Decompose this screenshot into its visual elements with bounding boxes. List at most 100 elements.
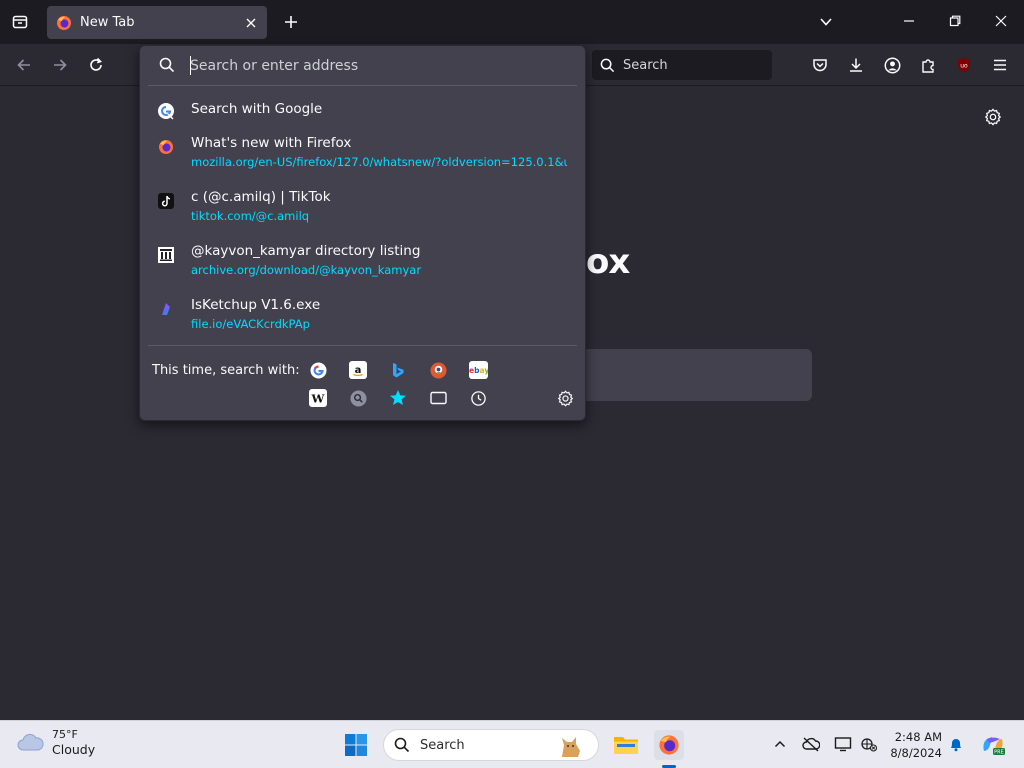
divider	[148, 85, 577, 86]
show-hidden-icons-button[interactable]	[769, 733, 791, 755]
new-tab-button[interactable]	[279, 10, 303, 34]
network-disconnected-icon	[861, 738, 878, 752]
search-icon	[159, 57, 175, 73]
firefox-view-icon	[12, 15, 28, 29]
downloads-button[interactable]	[842, 51, 870, 79]
page-search-box[interactable]	[586, 349, 812, 401]
onedrive-button[interactable]	[800, 733, 822, 755]
firefox-icon	[156, 137, 176, 157]
result-title: Search with Google	[191, 101, 323, 117]
firefox-wordmark: ox	[586, 242, 630, 282]
svg-text:W: W	[311, 392, 325, 404]
svg-text:PRE: PRE	[994, 750, 1004, 756]
tiktok-icon	[156, 191, 176, 211]
notifications-button[interactable]	[945, 733, 967, 755]
result-url: mozilla.org/en-US/firefox/127.0/whatsnew…	[191, 155, 567, 169]
close-icon	[995, 15, 1007, 27]
restore-button[interactable]	[942, 8, 968, 34]
minimize-button[interactable]	[896, 8, 922, 34]
account-button[interactable]	[878, 51, 906, 79]
ublock-shield-icon: uo	[958, 58, 970, 72]
ublock-origin-button[interactable]: uo	[950, 51, 978, 79]
download-icon	[850, 58, 862, 72]
tab-bar: New Tab	[0, 0, 1024, 44]
clock-time: 2:48 AM	[894, 730, 942, 744]
result-file-io[interactable]: IsKetchup V1.6.exe file.io/eVACKcrdkPAp	[148, 297, 579, 337]
menu-button[interactable]	[986, 51, 1014, 79]
copilot-button[interactable]: PRE	[979, 731, 1007, 759]
one-off-search-bar: This time, search with: a ebay W	[140, 346, 585, 422]
cat-icon	[562, 737, 580, 757]
reload-icon	[90, 57, 102, 71]
hamburger-icon	[994, 59, 1006, 71]
google-icon[interactable]	[309, 361, 327, 379]
reload-button[interactable]	[82, 51, 110, 79]
pocket-button[interactable]	[806, 51, 834, 79]
amazon-icon[interactable]: a	[349, 361, 367, 379]
close-window-button[interactable]	[988, 8, 1014, 34]
urlbar[interactable]	[140, 46, 585, 86]
search-settings-button[interactable]	[556, 389, 574, 407]
svg-text:a: a	[355, 365, 362, 376]
result-firefox-whatsnew[interactable]: What's new with Firefox mozilla.org/en-U…	[148, 135, 579, 175]
account-icon	[884, 57, 900, 73]
gear-icon	[984, 108, 1002, 126]
system-clock[interactable]: 2:48 AM 8/8/2024	[890, 729, 942, 761]
puzzle-icon	[922, 59, 934, 73]
svg-text:uo: uo	[960, 63, 968, 70]
network-button[interactable]	[858, 733, 880, 755]
weather-widget[interactable]: 75°F Cloudy	[16, 727, 95, 757]
display-button[interactable]	[832, 733, 854, 755]
restore-icon	[949, 15, 961, 27]
file-explorer-button[interactable]	[612, 731, 640, 759]
svg-text:ebay: ebay	[469, 366, 488, 375]
cloud-offline-icon	[802, 737, 820, 752]
urlbar-input[interactable]	[190, 55, 570, 77]
result-title: What's new with Firefox	[191, 135, 352, 151]
result-tiktok[interactable]: c (@c.amilq) | TikTok tiktok.com/@c.amil…	[148, 189, 579, 229]
bing-icon[interactable]	[389, 361, 407, 379]
search-history-icon[interactable]	[349, 389, 367, 407]
gear-icon	[557, 389, 573, 407]
one-off-label: This time, search with:	[152, 363, 300, 378]
wikipedia-icon[interactable]: W	[309, 389, 327, 407]
firefox-taskbar-button[interactable]	[654, 730, 684, 760]
result-archive[interactable]: @kayvon_kamyar directory listing archive…	[148, 243, 579, 283]
cloud-icon	[17, 733, 44, 751]
taskbar-search-box[interactable]: Search	[383, 729, 599, 761]
result-title: c (@c.amilq) | TikTok	[191, 189, 331, 205]
chevron-up-icon	[774, 740, 786, 748]
taskbar: 75°F Cloudy Search 2:48 AM 8/8/2024 PRE	[0, 720, 1024, 768]
page-settings-button[interactable]	[980, 104, 1006, 130]
tab-new-tab[interactable]: New Tab	[47, 6, 267, 39]
result-title: @kayvon_kamyar directory listing	[191, 243, 421, 259]
urlbar-dropdown: Search with Google What's new with Firef…	[139, 45, 586, 421]
list-all-tabs-button[interactable]	[814, 10, 838, 34]
ebay-icon[interactable]: ebay	[469, 361, 488, 379]
back-button[interactable]	[10, 51, 38, 79]
tab-close-button[interactable]	[239, 11, 263, 35]
chevron-down-icon	[820, 18, 832, 26]
weather-condition: Cloudy	[52, 742, 96, 757]
weather-temperature: 75°F	[52, 728, 78, 741]
close-icon	[246, 18, 256, 27]
arrow-right-icon	[54, 59, 67, 71]
firefox-icon	[56, 15, 72, 31]
monitor-icon	[834, 737, 852, 752]
history-clock-icon[interactable]	[469, 389, 487, 407]
result-search-google[interactable]: Search with Google	[148, 99, 579, 123]
search-bar[interactable]: Search	[592, 50, 772, 80]
forward-button[interactable]	[46, 51, 74, 79]
tab-title: New Tab	[80, 15, 135, 30]
extensions-button[interactable]	[914, 51, 942, 79]
copilot-icon: PRE	[983, 737, 1005, 756]
windows-logo-icon	[345, 734, 367, 756]
result-url: archive.org/download/@kayvon_kamyar	[191, 263, 422, 277]
duckduckgo-icon[interactable]	[429, 361, 447, 379]
minimize-icon	[904, 20, 914, 22]
tabs-icon[interactable]	[429, 389, 447, 407]
result-title: IsKetchup V1.6.exe	[191, 297, 321, 313]
start-button[interactable]	[343, 732, 369, 758]
firefox-view-button[interactable]	[8, 10, 32, 34]
bookmarks-star-icon[interactable]	[389, 389, 407, 407]
